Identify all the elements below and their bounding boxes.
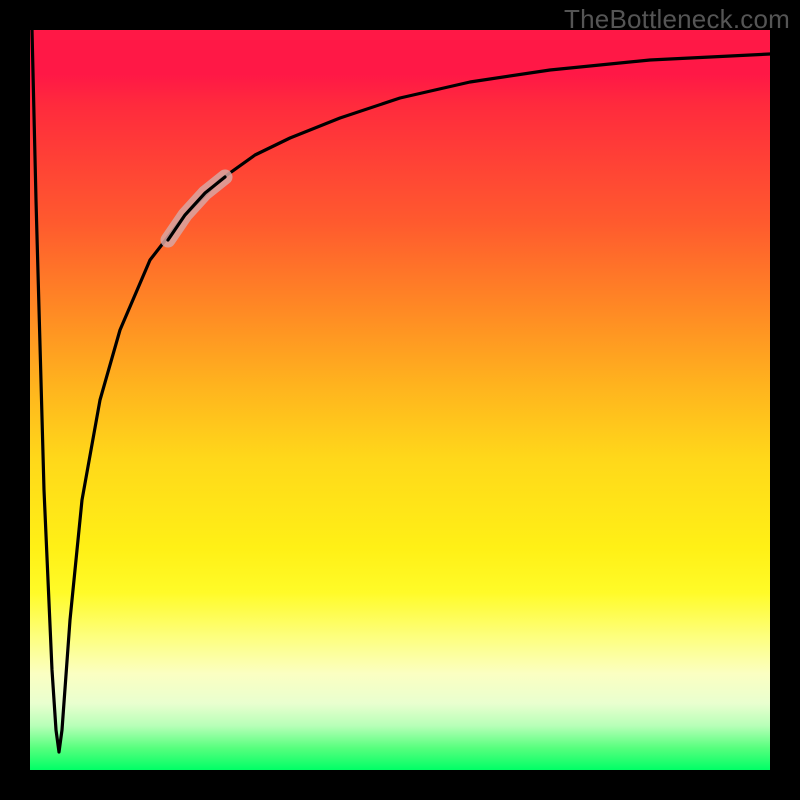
watermark-text: TheBottleneck.com bbox=[564, 4, 790, 35]
curve-main bbox=[32, 30, 770, 752]
curve-svg bbox=[30, 30, 770, 770]
plot-area bbox=[30, 30, 770, 770]
chart-frame: TheBottleneck.com bbox=[0, 0, 800, 800]
curve-highlight-band bbox=[168, 177, 225, 240]
